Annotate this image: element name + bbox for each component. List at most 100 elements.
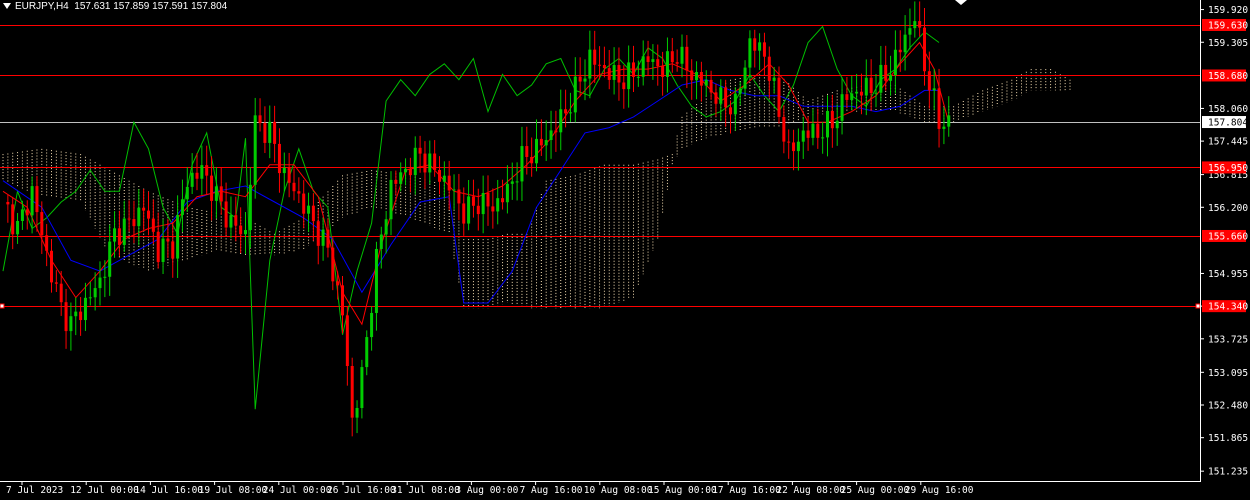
time-tick-label: 10 Aug 08:00 xyxy=(584,485,653,496)
candle-body xyxy=(341,285,344,316)
candle-body xyxy=(898,49,902,53)
candle-body xyxy=(40,212,44,236)
candle-body xyxy=(602,65,606,69)
candle-body xyxy=(413,147,417,176)
candle-body xyxy=(554,130,558,133)
candle-body xyxy=(64,302,68,332)
candle-body xyxy=(651,59,655,62)
candle-body xyxy=(665,51,669,77)
candle-body xyxy=(704,79,708,86)
time-tick-label: 22 Aug 08:00 xyxy=(776,485,845,496)
price-tick-label: 151.235 xyxy=(1208,467,1248,478)
candle-body xyxy=(404,168,408,173)
current-price-label-text: 157.804 xyxy=(1208,118,1248,129)
candle-body xyxy=(942,126,946,129)
candle-body xyxy=(859,91,863,96)
candle-body xyxy=(374,248,378,313)
price-tick-label: 154.955 xyxy=(1208,269,1248,280)
candle-body xyxy=(147,210,150,219)
candle-body xyxy=(69,316,73,332)
candle-body xyxy=(927,71,931,91)
candle-body xyxy=(661,66,665,77)
candle-body xyxy=(656,59,660,67)
candle-body xyxy=(816,123,820,138)
time-tick-label: 19 Jul 08:00 xyxy=(199,485,268,496)
price-chart[interactable]: 159.920159.305158.060157.445156.815156.2… xyxy=(0,0,1250,500)
candle-body xyxy=(45,235,49,251)
candle-body xyxy=(724,87,728,108)
price-tick-label: 151.865 xyxy=(1208,433,1248,444)
candle-body xyxy=(156,231,160,263)
candle-body xyxy=(442,175,446,182)
time-tick-label: 7 Aug 16:00 xyxy=(520,485,583,496)
candle-body xyxy=(918,21,922,28)
time-tick-label: 14 Jul 16:00 xyxy=(134,485,203,496)
time-tick-label: 24 Jul 00:00 xyxy=(263,485,332,496)
candle-body xyxy=(520,146,524,182)
candle-body xyxy=(486,193,490,207)
candle-body xyxy=(893,49,897,76)
candle-body xyxy=(879,64,883,93)
candle-body xyxy=(74,311,78,317)
candle-body xyxy=(200,165,204,179)
candle-body xyxy=(709,79,713,93)
candle-body xyxy=(132,219,136,227)
candle-body xyxy=(360,367,364,409)
candle-body xyxy=(292,182,296,192)
candle-body xyxy=(25,209,29,216)
candle-body xyxy=(908,28,912,35)
time-tick-label: 26 Jul 16:00 xyxy=(327,485,396,496)
level-label-text: 154.340 xyxy=(1208,302,1248,313)
candle-body xyxy=(79,311,83,321)
candle-body xyxy=(573,76,577,113)
candle-body xyxy=(869,77,873,94)
candle-body xyxy=(850,93,854,100)
candle-body xyxy=(515,181,519,183)
candle-body xyxy=(253,115,257,185)
candle-body xyxy=(743,67,747,89)
candle-body xyxy=(214,186,218,201)
candle-body xyxy=(641,56,645,77)
candle-body xyxy=(98,277,102,289)
candle-body xyxy=(588,49,592,79)
candle-body xyxy=(59,283,63,303)
candle-body xyxy=(171,241,175,259)
candle-body xyxy=(103,276,107,278)
candle-body xyxy=(142,207,146,211)
candle-body xyxy=(539,138,543,146)
price-tick-label: 158.060 xyxy=(1208,104,1248,115)
candle-body xyxy=(467,196,471,224)
candle-body xyxy=(239,225,243,235)
candle-body xyxy=(889,75,893,81)
candle-body xyxy=(733,93,737,115)
candle-body xyxy=(287,167,291,183)
level-handle-right[interactable] xyxy=(1195,303,1201,309)
level-handle-left[interactable] xyxy=(0,303,5,309)
candle-body xyxy=(108,241,112,277)
candle-body xyxy=(234,215,238,226)
candle-body xyxy=(496,198,500,212)
candle-body xyxy=(83,297,87,321)
candle-body xyxy=(811,123,815,138)
candle-body xyxy=(311,205,315,222)
candle-body xyxy=(248,184,252,231)
time-tick-label: 29 Aug 16:00 xyxy=(905,485,974,496)
candle-body xyxy=(224,201,228,228)
candle-body xyxy=(389,179,393,220)
caret-down-icon[interactable] xyxy=(3,3,11,10)
level-label-text: 156.950 xyxy=(1208,163,1248,174)
candle-body xyxy=(321,229,325,246)
candle-body xyxy=(772,77,776,81)
price-tick-label: 156.200 xyxy=(1208,203,1248,214)
candle-body xyxy=(714,92,718,104)
candle-body xyxy=(190,172,194,187)
candle-body xyxy=(176,214,180,259)
candle-body xyxy=(408,168,412,176)
level-label-text: 159.630 xyxy=(1208,20,1248,31)
candle-body xyxy=(913,21,917,29)
candle-body xyxy=(210,175,214,201)
candle-body xyxy=(447,175,451,191)
candle-body xyxy=(345,315,349,367)
candle-body xyxy=(54,282,58,284)
candle-body xyxy=(632,62,635,77)
